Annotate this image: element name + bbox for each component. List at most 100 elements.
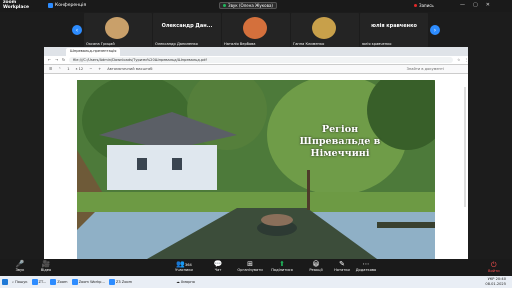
taskbar-item-label: Zoom Workp... [78,280,105,284]
browser-tab[interactable]: Шпревальд-презентація [66,47,121,56]
participant-tile[interactable]: Олександр Дан... Олександр Даниленко [153,13,221,47]
participant-tile[interactable]: Наталія Вербова [222,13,290,47]
taskbar-item-label: Zoom [57,280,68,284]
video-label: Відео [40,268,52,272]
taskbar-item[interactable]: Zoom Workp... [70,279,107,285]
page-count: з 12 [75,67,84,71]
prev-page-icon[interactable]: ⌃ [58,67,61,71]
zoom-out-icon[interactable]: − [89,67,92,71]
address-bar: ← → ↻ file:///C:/Users/Admin/Downloads/Т… [44,56,468,65]
participant-name: Оксана Грицай [86,42,115,46]
maximize-button[interactable]: ▢ [473,2,478,8]
share-badge-label: Звук (Олена Жукова) [228,3,273,8]
participant-name: юлія кравченко [362,42,392,46]
reload-icon[interactable]: ↻ [62,58,65,62]
system-tray[interactable]: УКР 20:40 08.01.2025 [485,277,506,287]
zoom-select[interactable]: Автоматичний масштаб [107,67,152,71]
zoom-logo: zoom Workplace [3,0,29,10]
organize-label: Організувати [237,268,263,272]
avatar [312,17,336,39]
zoom-icon [50,279,57,285]
avatar-name-text: юлія кравченко [371,23,417,29]
avatar-name-text: Олександр Дан... [161,23,213,29]
taskbar-item[interactable]: Z3 Zoom [107,279,134,285]
forward-icon[interactable]: → [55,58,58,62]
mic-label: Звук [15,268,25,272]
sharing-dot-icon [223,4,226,7]
menu-icon[interactable]: ⋮ [464,58,468,62]
share-label: Поділитися [271,268,293,272]
exit-icon: ⏻ [491,261,497,269]
search-label: Пошук [15,280,28,284]
participant-name: Олександр Даниленко [155,42,198,46]
chevron-left-icon: ‹ [75,26,79,34]
conference-label: Конференція [55,3,87,8]
slide-photo: Регіон Шпревальде в Німеччині [77,80,435,259]
video-button[interactable]: 🎥 Відео [26,260,66,272]
exit-label: Вийти [488,269,500,273]
chat-label: Чат [214,268,222,272]
meeting-controls: 🎤 Звук 🎥 Відео 👥364 Учасники 💬 Чат ⊞ Орг… [0,259,512,276]
window-controls: — ▢ ✕ [460,2,490,8]
language-indicator: УКР [487,277,495,281]
url-field[interactable]: file:///C:/Users/Admin/Downloads/Туризм%… [69,57,454,63]
pdf-toolbar: ☰ ⌃ 1 з 12 − + Автоматичний масштаб Знай… [44,65,468,74]
windows-taskbar: ⌕ Пошук ZT... Zoom Zoom Workp... Z3 Zoom … [0,276,512,288]
app-icon [31,279,38,285]
windows-icon [2,279,8,285]
participant-tile[interactable]: Оксана Грицай [84,13,152,47]
participants-label: Учасники [175,268,193,272]
avatar [243,17,267,39]
record-label: Запись [419,3,434,8]
clock-date: 08.01.2025 [485,282,506,286]
conference-info[interactable]: Конференція [48,3,86,8]
record-icon [414,4,417,7]
cloud-icon: ☁ [176,280,180,284]
exit-button[interactable]: ⏻ Вийти [488,261,500,273]
taskbar-item[interactable]: ZT... [30,279,49,285]
participants-count: 364 [184,263,192,267]
more-button[interactable]: ⋯ Додатково [346,260,386,272]
more-icon: ⋯ [362,260,370,268]
zoom-icon [71,279,78,285]
weather-widget[interactable]: ☁ Хмарно [174,280,197,284]
taskbar-item-label: ZT... [38,280,47,284]
minimize-button[interactable]: — [460,2,465,8]
chevron-right-icon: › [433,26,437,34]
screen-share-badge[interactable]: Звук (Олена Жукова) [219,2,277,9]
start-button[interactable] [0,279,10,285]
star-icon[interactable]: ☆ [457,58,460,62]
camera-icon: 🎥 [41,260,51,268]
participant-gallery: Оксана Грицай Олександр Дан... Олександр… [84,13,428,47]
record-indicator[interactable]: Запись [414,3,434,8]
pdf-scrollbar[interactable] [464,87,466,207]
sidebar-toggle-icon[interactable]: ☰ [49,67,52,71]
slide-title: Регіон Шпревальде в Німеччині [299,124,381,159]
shared-screen: Шпревальд-презентація ← → ↻ file:///C:/U… [44,47,468,259]
reactions-label: Реакції [309,268,323,272]
clock-time: 20:40 [495,277,506,281]
back-icon[interactable]: ← [48,58,51,62]
participant-name: Ганна Клименко [293,42,325,46]
browser-tab-bar: Шпревальд-презентація [44,47,468,56]
gallery-prev-button[interactable]: ‹ [72,25,82,35]
zoom-icon [108,279,115,285]
participant-name: Наталія Вербова [224,42,256,46]
participant-tile[interactable]: Ганна Клименко [291,13,359,47]
spreewald-photo [77,80,435,259]
logo-bottom-text: Workplace [3,4,29,10]
gallery-next-button[interactable]: › [430,25,440,35]
search-icon: ⌕ [12,280,15,284]
close-button[interactable]: ✕ [486,2,490,8]
participant-tile[interactable]: юлія кравченко юлія кравченко [360,13,428,47]
zoom-in-icon[interactable]: + [98,67,101,71]
weather-label: Хмарно [180,280,195,284]
shield-icon [48,3,53,8]
page-number-input[interactable]: 1 [67,67,69,71]
avatar [105,17,129,39]
pdf-search-input[interactable]: Знайти в документі [407,67,444,71]
taskbar-item[interactable]: Zoom [48,279,69,285]
taskbar-search[interactable]: ⌕ Пошук [10,280,30,284]
more-label: Додатково [355,268,377,272]
taskbar-item-label: Z3 Zoom [115,280,133,284]
